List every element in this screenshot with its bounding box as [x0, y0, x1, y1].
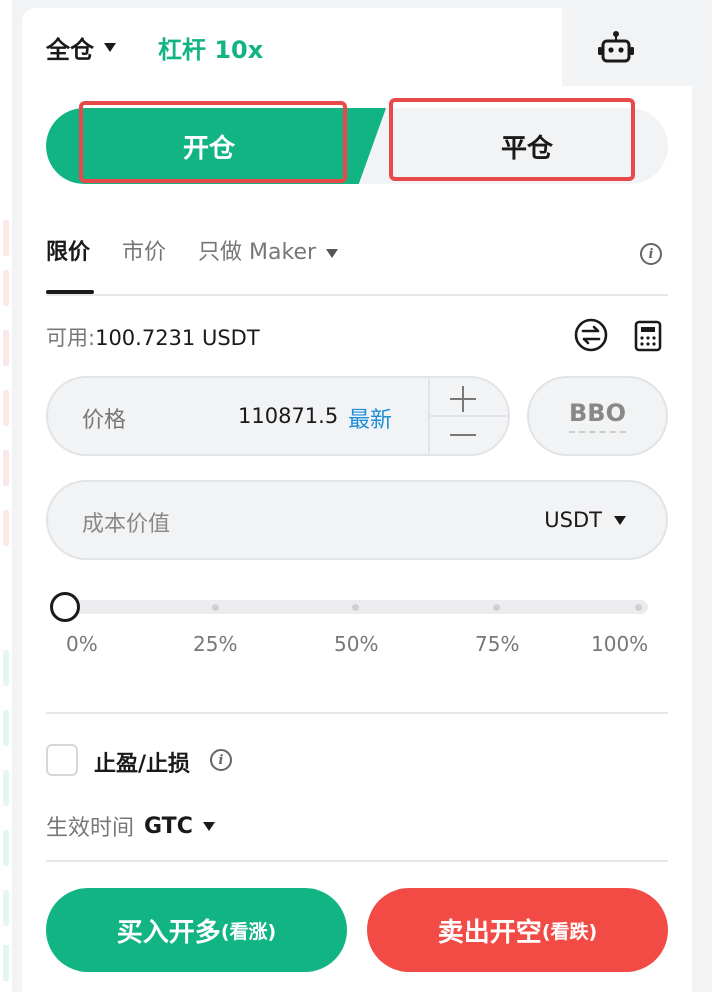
buy-long-sublabel: (看涨) — [220, 920, 277, 943]
tab-limit[interactable]: 限价 — [46, 234, 95, 294]
cost-unit-label: USDT — [544, 508, 602, 532]
cost-value-input[interactable]: 成本价值 USDT — [46, 480, 668, 560]
sell-short-sublabel: (看跌) — [541, 920, 598, 943]
price-value[interactable]: 110871.5 — [238, 404, 338, 428]
leverage-button[interactable]: 杠杆 10x — [158, 30, 263, 65]
minus-icon[interactable] — [450, 422, 476, 448]
time-in-force-dropdown[interactable]: 生效时间 GTC — [46, 810, 215, 842]
buy-long-button[interactable]: 买入开多 (看涨) — [46, 888, 347, 972]
chevron-down-icon — [614, 515, 626, 525]
sell-short-button[interactable]: 卖出开空 (看跌) — [367, 888, 668, 972]
time-in-force-value: GTC — [144, 813, 193, 839]
tpsl-label: 止盈/止损 — [94, 752, 191, 777]
calculator-icon[interactable] — [634, 320, 662, 352]
slider-tick-25[interactable] — [212, 604, 219, 611]
cost-value-placeholder: 成本价值 — [82, 512, 171, 537]
tab-maker-only-label: 只做 Maker — [198, 240, 317, 265]
chevron-down-icon — [104, 43, 116, 52]
info-icon[interactable]: i — [640, 243, 662, 265]
highlight-box-close — [389, 98, 635, 181]
bbo-button[interactable]: BBO — [527, 376, 668, 456]
slider-label-100: 100% — [591, 632, 649, 656]
tpsl-checkbox[interactable] — [46, 744, 78, 776]
tabs-divider — [46, 294, 668, 296]
slider-label-50: 50% — [334, 632, 379, 656]
stepper-mid-divider — [428, 415, 510, 417]
slider-label-75: 75% — [475, 632, 520, 656]
price-label: 价格 — [82, 408, 127, 433]
slider-tick-100[interactable] — [635, 604, 642, 611]
robot-icon[interactable] — [598, 30, 634, 66]
time-in-force-label: 生效时间 — [46, 816, 135, 841]
sell-short-label: 卖出开空 — [437, 917, 542, 948]
slider-handle[interactable] — [50, 592, 80, 622]
amount-slider[interactable] — [58, 600, 648, 614]
highlight-box-open — [79, 101, 347, 183]
margin-mode-label: 全仓 — [46, 36, 94, 64]
plus-icon[interactable] — [450, 386, 476, 412]
latest-price-button[interactable]: 最新 — [348, 402, 392, 434]
cost-unit-dropdown[interactable]: USDT — [544, 508, 626, 532]
tab-maker-only[interactable]: 只做 Maker — [198, 234, 339, 288]
swap-icon[interactable] — [574, 318, 608, 352]
slider-label-25: 25% — [193, 632, 238, 656]
available-balance: 可用:100.7231 USDT — [46, 322, 260, 352]
available-value: 100.7231 USDT — [95, 326, 260, 350]
left-edge-strip — [0, 0, 12, 992]
chevron-down-icon — [326, 248, 339, 258]
order-type-tabs: 限价 市价 只做 Maker — [46, 234, 339, 294]
chevron-down-icon — [202, 821, 215, 831]
slider-tick-75[interactable] — [493, 604, 500, 611]
available-label: 可用: — [46, 326, 96, 350]
slider-label-0: 0% — [66, 632, 98, 656]
price-input[interactable]: 价格 110871.5 最新 — [46, 376, 510, 456]
tab-market[interactable]: 市价 — [122, 234, 166, 288]
margin-mode-dropdown[interactable]: 全仓 — [46, 30, 116, 65]
actions-divider — [46, 860, 668, 862]
info-icon[interactable]: i — [210, 749, 232, 771]
buy-long-label: 买入开多 — [116, 917, 221, 948]
bbo-label: BBO — [569, 399, 626, 433]
slider-tick-50[interactable] — [352, 604, 359, 611]
section-divider — [46, 712, 668, 714]
